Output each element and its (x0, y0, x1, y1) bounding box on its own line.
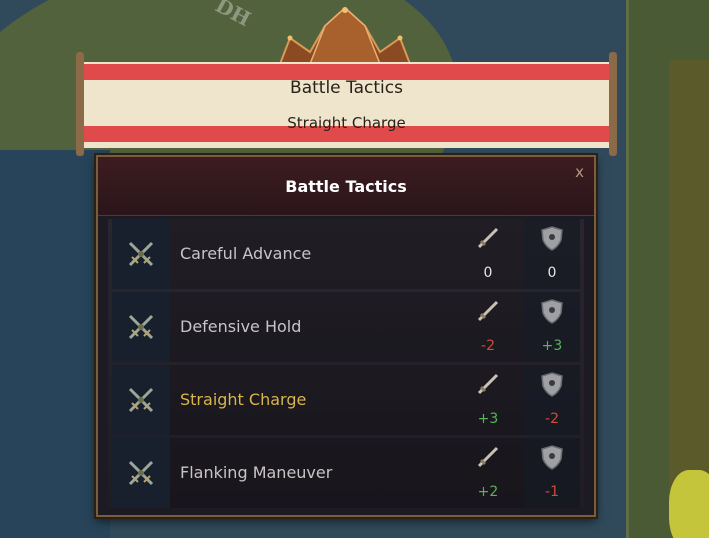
sword-icon (460, 298, 516, 330)
sword-icon (460, 444, 516, 476)
attack-value: +2 (477, 484, 499, 500)
attack-column: +2 (460, 438, 516, 508)
defense-value: -1 (545, 484, 559, 500)
tactic-row-flanking-maneuver[interactable]: Flanking Maneuver +2 -1 (112, 438, 580, 508)
sword-icon (460, 371, 516, 403)
tactic-name: Defensive Hold (180, 317, 302, 336)
scroll-rod-left (76, 52, 84, 156)
defense-column: -1 (524, 438, 580, 508)
tactic-name: Careful Advance (180, 244, 312, 263)
defense-column: 0 (524, 219, 580, 289)
attack-value: -2 (481, 338, 495, 354)
attack-value: 0 (483, 265, 493, 281)
attack-column: -2 (460, 292, 516, 362)
shield-icon (524, 371, 580, 403)
map-province-yellow (669, 470, 709, 538)
tactic-row-straight-charge[interactable]: Straight Charge +3 -2 (112, 365, 580, 435)
tactic-banner: Battle Tactics Straight Charge (76, 52, 617, 156)
tactic-name: Straight Charge (180, 390, 307, 409)
crossed-swords-icon (112, 292, 170, 362)
shield-icon (524, 444, 580, 476)
attack-value: +3 (477, 411, 499, 427)
defense-column: -2 (524, 365, 580, 435)
panel-header: Battle Tactics x (98, 157, 594, 216)
sword-icon (460, 225, 516, 257)
attack-column: +3 (460, 365, 516, 435)
shield-icon (524, 298, 580, 330)
defense-column: +3 (524, 292, 580, 362)
map-sea (0, 150, 110, 538)
defense-value: -2 (545, 411, 559, 427)
banner-subtitle: Straight Charge (287, 114, 406, 132)
banner-title: Battle Tactics (290, 78, 403, 98)
crossed-swords-icon (112, 438, 170, 508)
crossed-swords-icon (112, 365, 170, 435)
defense-value: 0 (547, 265, 557, 281)
panel-title: Battle Tactics (285, 177, 407, 196)
attack-column: 0 (460, 219, 516, 289)
scroll-rod-right (609, 52, 617, 156)
close-button[interactable]: x (575, 163, 584, 181)
tactics-list: Careful Advance 0 0 Defensive Hold -2 +3 (108, 219, 584, 508)
tactic-name: Flanking Maneuver (180, 463, 333, 482)
tactic-row-careful-advance[interactable]: Careful Advance 0 0 (112, 219, 580, 289)
shield-icon (524, 225, 580, 257)
defense-value: +3 (541, 338, 563, 354)
battle-tactics-panel: Battle Tactics x Careful Advance 0 0 Def… (96, 155, 596, 517)
crossed-swords-icon (112, 219, 170, 289)
map-land-east-province (669, 60, 709, 520)
tactic-row-defensive-hold[interactable]: Defensive Hold -2 +3 (112, 292, 580, 362)
